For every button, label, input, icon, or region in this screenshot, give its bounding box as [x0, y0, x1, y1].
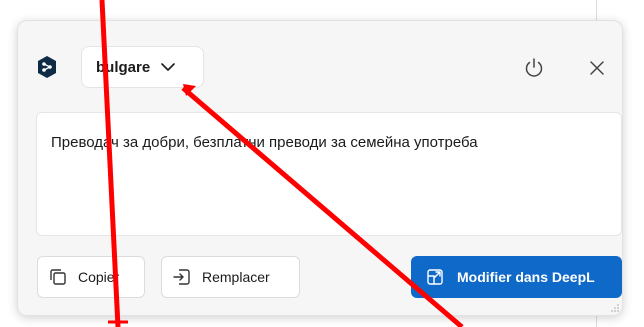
edit-in-deepl-button[interactable]: Modifier dans DeepL [411, 256, 622, 298]
target-language-dropdown[interactable]: bulgare [81, 46, 204, 88]
external-edit-icon [427, 269, 443, 285]
copy-icon [50, 269, 66, 285]
chevron-down-icon [161, 63, 175, 71]
translation-text-area[interactable]: Преводач за добри, безплатни преводи за … [36, 112, 622, 236]
close-button[interactable] [581, 52, 613, 84]
deepl-popup-panel: bulgare Преводач за добри, безплатни пре… [17, 20, 623, 316]
deepl-logo-icon [38, 56, 56, 78]
copy-button[interactable]: Copier [37, 256, 145, 298]
replace-icon [173, 269, 190, 285]
replace-button-label: Remplacer [202, 269, 270, 285]
close-icon [590, 61, 604, 75]
power-icon [525, 58, 543, 77]
translation-text: Преводач за добри, безплатни преводи за … [51, 134, 478, 151]
power-button[interactable] [518, 52, 550, 84]
target-language-label: bulgare [96, 58, 151, 76]
resize-grip-icon[interactable] [610, 303, 620, 313]
copy-button-label: Copier [78, 269, 120, 285]
edit-in-deepl-label: Modifier dans DeepL [457, 269, 595, 285]
replace-button[interactable]: Remplacer [161, 256, 300, 298]
